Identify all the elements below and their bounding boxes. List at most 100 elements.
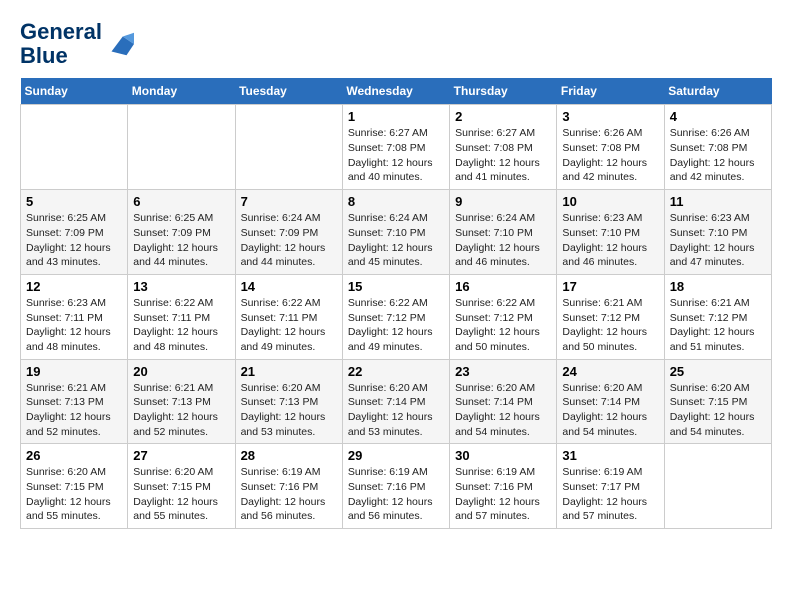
day-info: Sunrise: 6:24 AM Sunset: 7:10 PM Dayligh… (455, 211, 551, 270)
day-cell: 28 Sunrise: 6:19 AM Sunset: 7:16 PM Dayli… (235, 444, 342, 529)
day-number: 3 (562, 109, 658, 124)
day-info: Sunrise: 6:20 AM Sunset: 7:15 PM Dayligh… (670, 381, 766, 440)
day-cell (128, 105, 235, 190)
day-info: Sunrise: 6:21 AM Sunset: 7:12 PM Dayligh… (562, 296, 658, 355)
day-info: Sunrise: 6:19 AM Sunset: 7:16 PM Dayligh… (348, 465, 444, 524)
day-info: Sunrise: 6:27 AM Sunset: 7:08 PM Dayligh… (348, 126, 444, 185)
day-cell: 30 Sunrise: 6:19 AM Sunset: 7:16 PM Dayli… (450, 444, 557, 529)
day-number: 28 (241, 448, 337, 463)
day-info: Sunrise: 6:24 AM Sunset: 7:09 PM Dayligh… (241, 211, 337, 270)
day-info: Sunrise: 6:25 AM Sunset: 7:09 PM Dayligh… (26, 211, 122, 270)
day-number: 6 (133, 194, 229, 209)
header-cell-friday: Friday (557, 78, 664, 105)
day-number: 16 (455, 279, 551, 294)
day-cell: 14 Sunrise: 6:22 AM Sunset: 7:11 PM Dayli… (235, 274, 342, 359)
day-cell: 25 Sunrise: 6:20 AM Sunset: 7:15 PM Dayli… (664, 359, 771, 444)
day-info: Sunrise: 6:24 AM Sunset: 7:10 PM Dayligh… (348, 211, 444, 270)
day-cell: 22Sunrise: 6:20 AM Sunset: 7:14 PM Dayli… (342, 359, 449, 444)
day-number: 21 (241, 364, 337, 379)
day-cell: 11 Sunrise: 6:23 AM Sunset: 7:10 PM Dayli… (664, 190, 771, 275)
day-info: Sunrise: 6:22 AM Sunset: 7:11 PM Dayligh… (241, 296, 337, 355)
day-number: 25 (670, 364, 766, 379)
day-info: Sunrise: 6:23 AM Sunset: 7:10 PM Dayligh… (562, 211, 658, 270)
day-number: 9 (455, 194, 551, 209)
header-cell-sunday: Sunday (21, 78, 128, 105)
header-cell-tuesday: Tuesday (235, 78, 342, 105)
day-cell: 29 Sunrise: 6:19 AM Sunset: 7:16 PM Dayli… (342, 444, 449, 529)
day-cell: 13 Sunrise: 6:22 AM Sunset: 7:11 PM Dayli… (128, 274, 235, 359)
day-info: Sunrise: 6:19 AM Sunset: 7:17 PM Dayligh… (562, 465, 658, 524)
day-info: Sunrise: 6:26 AM Sunset: 7:08 PM Dayligh… (670, 126, 766, 185)
day-cell: 15 Sunrise: 6:22 AM Sunset: 7:12 PM Dayli… (342, 274, 449, 359)
day-number: 12 (26, 279, 122, 294)
day-number: 8 (348, 194, 444, 209)
day-cell (664, 444, 771, 529)
day-cell: 4 Sunrise: 6:26 AM Sunset: 7:08 PM Daylig… (664, 105, 771, 190)
day-number: 15 (348, 279, 444, 294)
day-number: 10 (562, 194, 658, 209)
day-number: 14 (241, 279, 337, 294)
day-cell: 8 Sunrise: 6:24 AM Sunset: 7:10 PM Daylig… (342, 190, 449, 275)
header-cell-saturday: Saturday (664, 78, 771, 105)
day-cell: 26 Sunrise: 6:20 AM Sunset: 7:15 PM Dayli… (21, 444, 128, 529)
week-row-4: 19Sunrise: 6:21 AM Sunset: 7:13 PM Dayli… (21, 359, 772, 444)
day-number: 11 (670, 194, 766, 209)
day-cell: 31Sunrise: 6:19 AM Sunset: 7:17 PM Dayli… (557, 444, 664, 529)
day-cell: 23 Sunrise: 6:20 AM Sunset: 7:14 PM Dayli… (450, 359, 557, 444)
day-cell: 19Sunrise: 6:21 AM Sunset: 7:13 PM Dayli… (21, 359, 128, 444)
calendar-body: 1 Sunrise: 6:27 AM Sunset: 7:08 PM Daylig… (21, 105, 772, 529)
logo-icon (104, 29, 134, 59)
day-number: 23 (455, 364, 551, 379)
day-cell: 18 Sunrise: 6:21 AM Sunset: 7:12 PM Dayli… (664, 274, 771, 359)
day-number: 18 (670, 279, 766, 294)
day-cell (235, 105, 342, 190)
day-number: 4 (670, 109, 766, 124)
day-info: Sunrise: 6:19 AM Sunset: 7:16 PM Dayligh… (241, 465, 337, 524)
day-number: 22 (348, 364, 444, 379)
day-cell: 5 Sunrise: 6:25 AM Sunset: 7:09 PM Daylig… (21, 190, 128, 275)
day-info: Sunrise: 6:22 AM Sunset: 7:12 PM Dayligh… (348, 296, 444, 355)
header-row: SundayMondayTuesdayWednesdayThursdayFrid… (21, 78, 772, 105)
day-number: 24 (562, 364, 658, 379)
day-info: Sunrise: 6:27 AM Sunset: 7:08 PM Dayligh… (455, 126, 551, 185)
week-row-1: 1 Sunrise: 6:27 AM Sunset: 7:08 PM Daylig… (21, 105, 772, 190)
day-info: Sunrise: 6:21 AM Sunset: 7:12 PM Dayligh… (670, 296, 766, 355)
day-cell: 1 Sunrise: 6:27 AM Sunset: 7:08 PM Daylig… (342, 105, 449, 190)
week-row-5: 26 Sunrise: 6:20 AM Sunset: 7:15 PM Dayli… (21, 444, 772, 529)
day-number: 1 (348, 109, 444, 124)
header-cell-thursday: Thursday (450, 78, 557, 105)
day-number: 13 (133, 279, 229, 294)
day-info: Sunrise: 6:22 AM Sunset: 7:11 PM Dayligh… (133, 296, 229, 355)
day-cell: 12 Sunrise: 6:23 AM Sunset: 7:11 PM Dayli… (21, 274, 128, 359)
day-info: Sunrise: 6:23 AM Sunset: 7:10 PM Dayligh… (670, 211, 766, 270)
day-number: 5 (26, 194, 122, 209)
logo-text: General Blue (20, 20, 102, 68)
day-info: Sunrise: 6:23 AM Sunset: 7:11 PM Dayligh… (26, 296, 122, 355)
day-cell (21, 105, 128, 190)
day-number: 29 (348, 448, 444, 463)
header-cell-wednesday: Wednesday (342, 78, 449, 105)
day-info: Sunrise: 6:20 AM Sunset: 7:14 PM Dayligh… (455, 381, 551, 440)
day-number: 30 (455, 448, 551, 463)
day-info: Sunrise: 6:20 AM Sunset: 7:14 PM Dayligh… (562, 381, 658, 440)
day-info: Sunrise: 6:20 AM Sunset: 7:15 PM Dayligh… (26, 465, 122, 524)
day-number: 26 (26, 448, 122, 463)
day-cell: 16 Sunrise: 6:22 AM Sunset: 7:12 PM Dayli… (450, 274, 557, 359)
header-cell-monday: Monday (128, 78, 235, 105)
day-number: 20 (133, 364, 229, 379)
day-info: Sunrise: 6:22 AM Sunset: 7:12 PM Dayligh… (455, 296, 551, 355)
week-row-2: 5 Sunrise: 6:25 AM Sunset: 7:09 PM Daylig… (21, 190, 772, 275)
day-cell: 10 Sunrise: 6:23 AM Sunset: 7:10 PM Dayli… (557, 190, 664, 275)
day-cell: 3Sunrise: 6:26 AM Sunset: 7:08 PM Daylig… (557, 105, 664, 190)
day-info: Sunrise: 6:20 AM Sunset: 7:15 PM Dayligh… (133, 465, 229, 524)
day-number: 17 (562, 279, 658, 294)
day-cell: 27Sunrise: 6:20 AM Sunset: 7:15 PM Dayli… (128, 444, 235, 529)
calendar-header: SundayMondayTuesdayWednesdayThursdayFrid… (21, 78, 772, 105)
logo: General Blue (20, 20, 134, 68)
day-cell: 20Sunrise: 6:21 AM Sunset: 7:13 PM Dayli… (128, 359, 235, 444)
day-info: Sunrise: 6:21 AM Sunset: 7:13 PM Dayligh… (26, 381, 122, 440)
week-row-3: 12 Sunrise: 6:23 AM Sunset: 7:11 PM Dayli… (21, 274, 772, 359)
day-number: 2 (455, 109, 551, 124)
day-info: Sunrise: 6:19 AM Sunset: 7:16 PM Dayligh… (455, 465, 551, 524)
day-cell: 2 Sunrise: 6:27 AM Sunset: 7:08 PM Daylig… (450, 105, 557, 190)
